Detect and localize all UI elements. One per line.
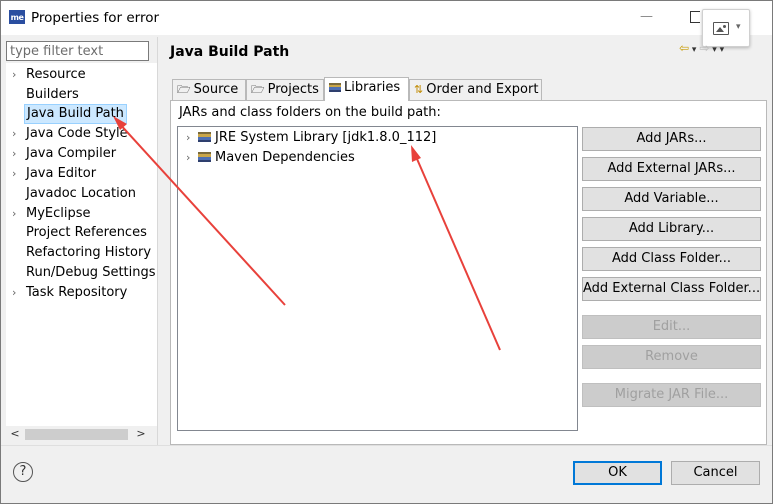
myeclipse-logo-icon: me xyxy=(9,10,25,24)
add-external-class-folder-button[interactable]: Add External Class Folder... xyxy=(582,277,761,301)
minimize-icon[interactable]: — xyxy=(640,9,654,24)
chevron-right-icon[interactable]: › xyxy=(12,283,16,303)
properties-dialog: me Properties for error — ▾ › Resource B… xyxy=(0,0,773,504)
libraries-tree: › JRE System Library [jdk1.8.0_112] › Mave… xyxy=(177,126,578,431)
build-path-label: JARs and class folders on the build path… xyxy=(179,105,441,120)
add-class-folder-button[interactable]: Add Class Folder... xyxy=(582,247,761,271)
remove-button[interactable]: Remove xyxy=(582,345,761,369)
scroll-right-icon[interactable]: > xyxy=(134,427,148,440)
chevron-down-icon: ▾ xyxy=(736,22,741,32)
window-title: Properties for error xyxy=(31,10,160,26)
chevron-right-icon[interactable]: › xyxy=(12,65,16,85)
tab-projects[interactable]: 🗁 Projects xyxy=(246,79,324,100)
chevron-right-icon[interactable]: › xyxy=(186,128,198,148)
panel-splitter[interactable] xyxy=(157,37,158,445)
properties-tree: › Resource Builders Java Build Path › Ja… xyxy=(6,63,157,443)
tree-item-java-code-style[interactable]: › Java Code Style xyxy=(6,124,157,144)
migrate-jar-button[interactable]: Migrate JAR File... xyxy=(582,383,761,407)
tree-item-run-debug-settings[interactable]: Run/Debug Settings xyxy=(6,263,157,283)
tree-item-resource[interactable]: › Resource xyxy=(6,65,157,85)
back-arrow-icon[interactable]: ⇦ xyxy=(679,41,689,55)
tree-item-label: Java Compiler xyxy=(26,146,117,161)
tree-item-label: Java Build Path xyxy=(24,104,127,124)
scroll-left-icon[interactable]: < xyxy=(8,427,22,440)
library-label: Maven Dependencies xyxy=(215,150,355,165)
add-external-jars-button[interactable]: Add External JARs... xyxy=(582,157,761,181)
add-jars-button[interactable]: Add JARs... xyxy=(582,127,761,151)
tree-item-myeclipse[interactable]: › MyEclipse xyxy=(6,204,157,224)
tree-item-java-compiler[interactable]: › Java Compiler xyxy=(6,144,157,164)
tree-item-builders[interactable]: Builders xyxy=(6,85,157,105)
source-folder-icon: 🗁 xyxy=(177,83,191,96)
back-menu-chevron-icon[interactable]: ▾ xyxy=(689,45,699,55)
footer-divider xyxy=(1,445,772,446)
chevron-right-icon[interactable]: › xyxy=(12,124,16,144)
projects-icon: 🗁 xyxy=(251,83,265,96)
tree-item-label: Run/Debug Settings xyxy=(26,265,156,280)
chevron-right-icon[interactable]: › xyxy=(12,204,16,224)
edit-button[interactable]: Edit... xyxy=(582,315,761,339)
tree-item-jre-system-library[interactable]: › JRE System Library [jdk1.8.0_112] xyxy=(186,128,436,148)
add-variable-button[interactable]: Add Variable... xyxy=(582,187,761,211)
help-icon[interactable]: ? xyxy=(13,462,33,482)
horizontal-scrollbar[interactable]: < > xyxy=(6,426,157,443)
tab-order-and-export[interactable]: ⇅ Order and Export xyxy=(409,79,542,100)
view-menu-chevron-icon[interactable]: ▾ xyxy=(720,45,725,55)
chevron-right-icon[interactable]: › xyxy=(186,148,198,168)
order-export-icon: ⇅ xyxy=(414,83,424,96)
forward-menu-chevron-icon[interactable]: ▾ xyxy=(709,45,719,55)
ok-button[interactable]: OK xyxy=(573,461,662,485)
tree-item-label: Builders xyxy=(26,87,79,102)
page-title: Java Build Path xyxy=(170,44,290,60)
tree-item-task-repository[interactable]: › Task Repository xyxy=(6,283,157,303)
tree-item-label: Refactoring History xyxy=(26,245,152,260)
title-bar: me Properties for error — xyxy=(1,1,772,35)
tree-item-java-build-path[interactable]: Java Build Path xyxy=(6,104,157,124)
tree-item-label: Java Editor xyxy=(26,166,97,181)
library-icon xyxy=(198,152,211,162)
tree-item-javadoc-location[interactable]: Javadoc Location xyxy=(6,184,157,204)
maximize-icon[interactable] xyxy=(690,11,700,23)
navigation-arrows: ⇦ ▾ ⇨ ▾ ▾ xyxy=(679,41,724,55)
chevron-right-icon[interactable]: › xyxy=(12,164,16,184)
tab-source[interactable]: 🗁 Source xyxy=(172,79,246,100)
tree-item-java-editor[interactable]: › Java Editor xyxy=(6,164,157,184)
add-library-button[interactable]: Add Library... xyxy=(582,217,761,241)
cancel-button[interactable]: Cancel xyxy=(671,461,760,485)
image-icon xyxy=(713,22,729,35)
tree-item-refactoring-history[interactable]: Refactoring History xyxy=(6,243,157,263)
filter-input[interactable] xyxy=(6,41,149,61)
forward-arrow-icon[interactable]: ⇨ xyxy=(699,41,709,55)
tree-item-label: MyEclipse xyxy=(26,206,91,221)
tree-item-label: Project References xyxy=(26,225,147,240)
library-icon xyxy=(198,132,211,142)
chevron-right-icon[interactable]: › xyxy=(12,144,16,164)
tree-item-label: Javadoc Location xyxy=(26,186,136,201)
libraries-icon xyxy=(329,83,341,92)
tree-item-project-references[interactable]: Project References xyxy=(6,223,157,243)
tree-item-maven-dependencies[interactable]: › Maven Dependencies xyxy=(186,148,355,168)
tree-item-label: Java Code Style xyxy=(26,126,128,141)
tree-item-label: Resource xyxy=(26,67,86,82)
tree-item-label: Task Repository xyxy=(26,285,128,300)
library-label: JRE System Library [jdk1.8.0_112] xyxy=(215,130,437,145)
tab-libraries[interactable]: Libraries xyxy=(324,77,409,101)
scrollbar-thumb[interactable] xyxy=(25,429,128,440)
